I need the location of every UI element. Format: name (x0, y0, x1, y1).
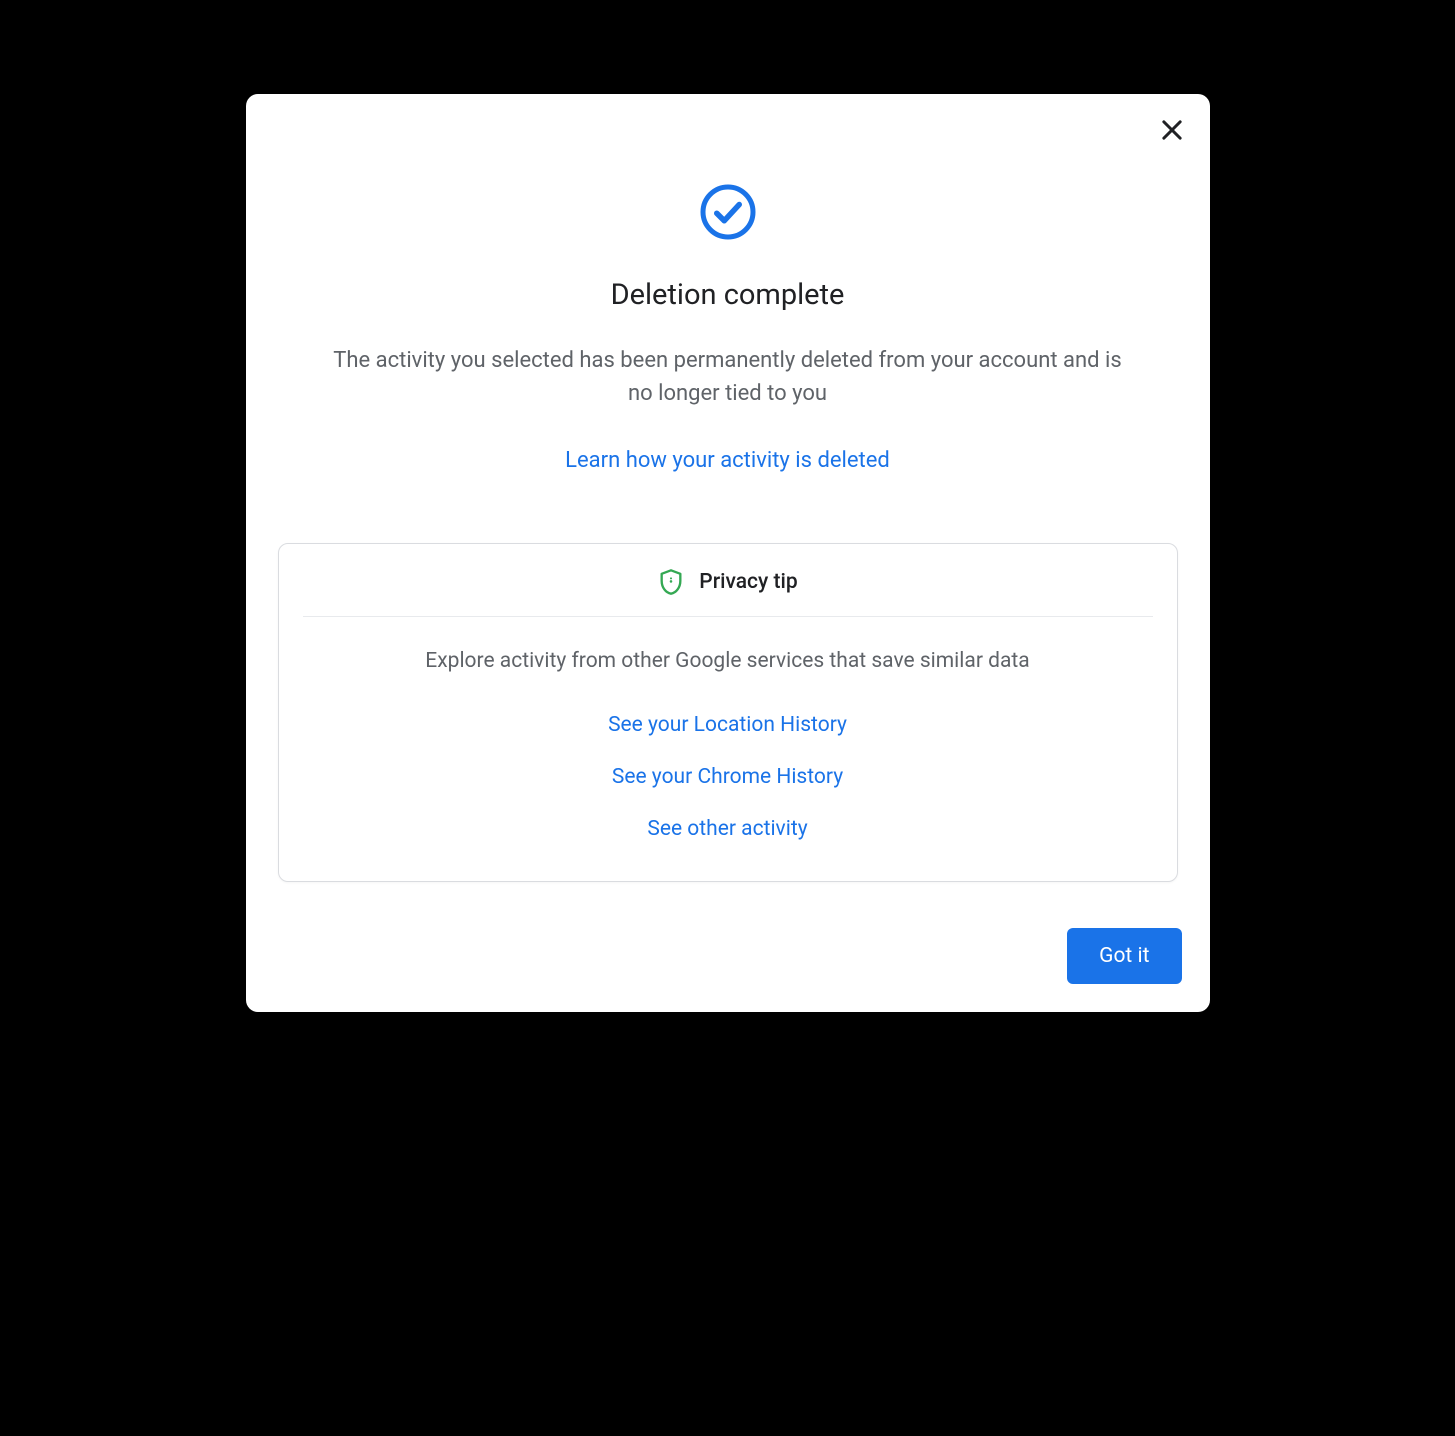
dialog-footer: Got it (274, 922, 1182, 984)
other-activity-link[interactable]: See other activity (647, 817, 807, 841)
checkmark-circle-icon (698, 182, 758, 242)
privacy-card-title: Privacy tip (699, 570, 797, 594)
close-button[interactable] (1150, 110, 1194, 154)
chrome-history-link[interactable]: See your Chrome History (612, 765, 843, 789)
dialog-title: Deletion complete (611, 278, 845, 312)
privacy-tip-card: Privacy tip Explore activity from other … (278, 543, 1178, 882)
location-history-link[interactable]: See your Location History (608, 713, 847, 737)
shield-icon (657, 568, 685, 596)
privacy-card-description: Explore activity from other Google servi… (425, 649, 1029, 673)
learn-how-link[interactable]: Learn how your activity is deleted (565, 448, 890, 473)
privacy-card-header: Privacy tip (279, 544, 1177, 616)
close-icon (1158, 116, 1186, 148)
privacy-card-body: Explore activity from other Google servi… (279, 617, 1177, 881)
got-it-button[interactable]: Got it (1067, 928, 1181, 984)
deletion-complete-dialog: Deletion complete The activity you selec… (246, 94, 1210, 1012)
dialog-description: The activity you selected has been perma… (328, 344, 1128, 410)
dialog-content: Deletion complete The activity you selec… (274, 122, 1182, 922)
